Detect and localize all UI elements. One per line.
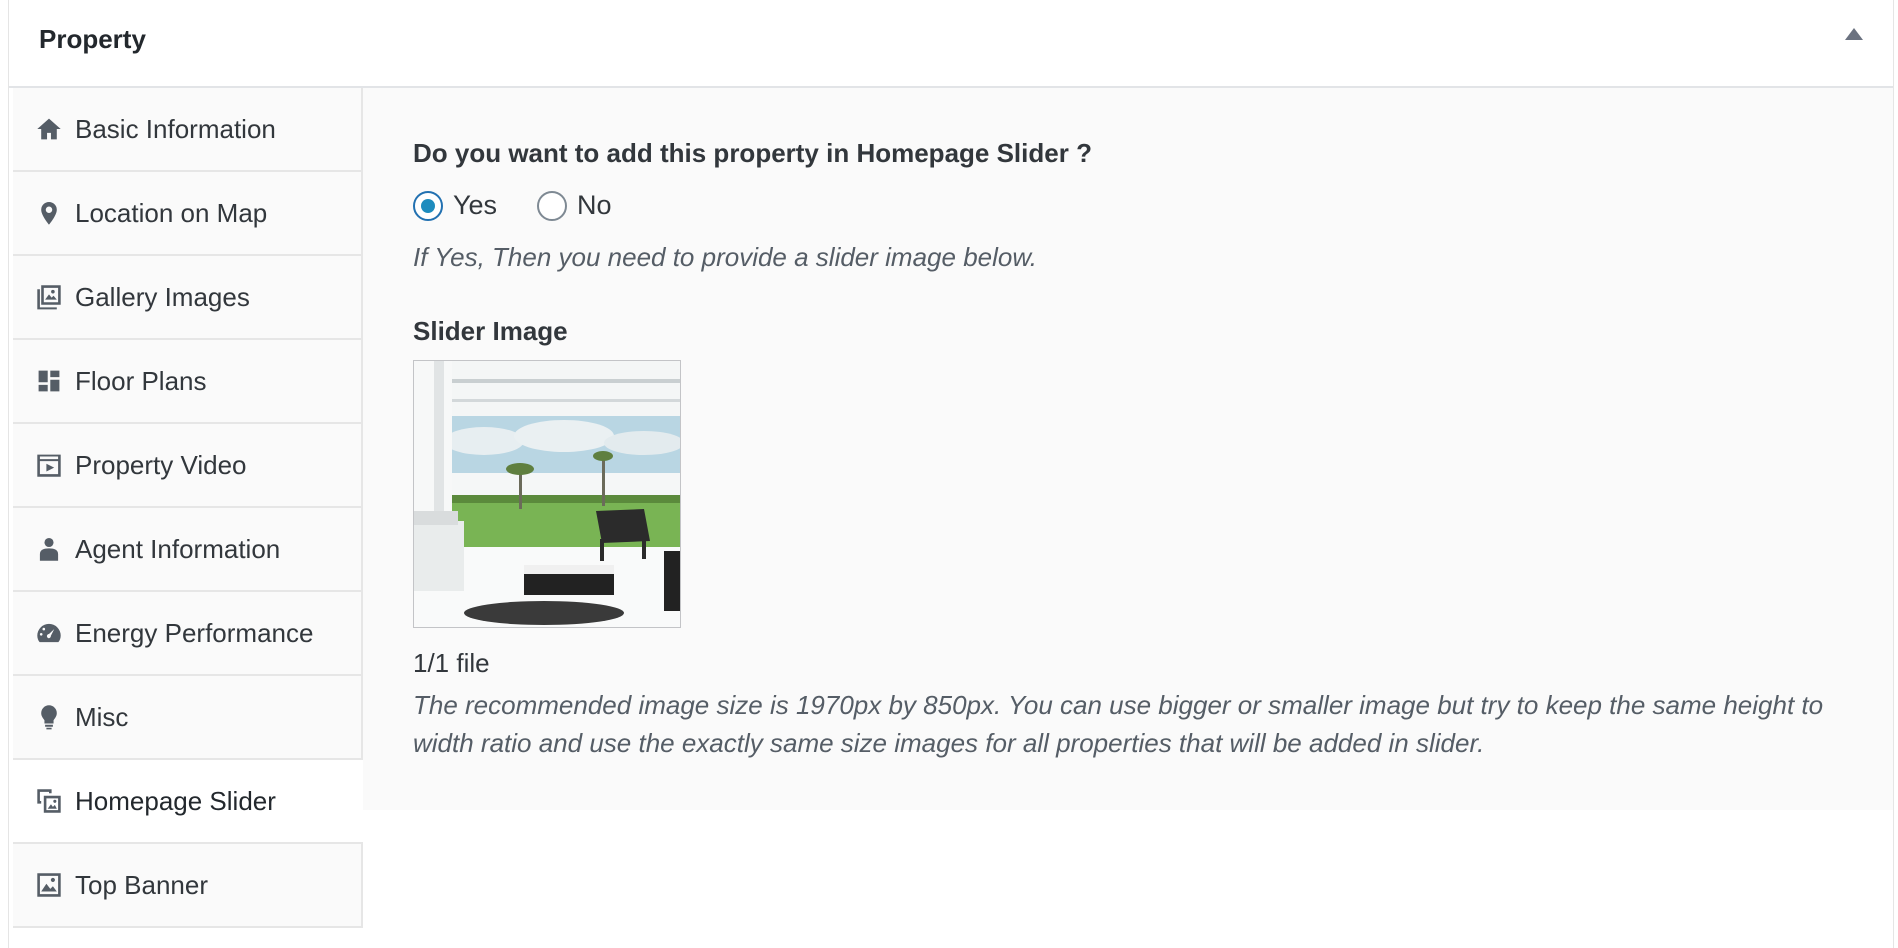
tab-label: Property Video [75,449,247,480]
slider-hint: If Yes, Then you need to provide a slide… [413,242,1037,272]
tab-basic-information[interactable]: Basic Information [13,88,361,172]
tab-label: Location on Map [75,197,268,228]
property-metabox: Property Basic Information Location on M… [8,0,1894,948]
tab-label: Homepage Slider [75,785,276,816]
tab-homepage-slider[interactable]: Homepage Slider [13,760,363,844]
tab-floor-plans[interactable]: Floor Plans [13,340,361,424]
metabox-title: Property [39,24,146,54]
tab-list: Basic Information Location on Map Galler… [13,88,363,928]
tab-energy-performance[interactable]: Energy Performance [13,592,361,676]
tab-label: Top Banner [75,869,208,900]
metabox-header[interactable]: Property [9,0,1893,88]
location-pin-icon [35,199,63,227]
radio-no[interactable] [537,190,568,221]
image-size-description: The recommended image size is 1970px by … [413,690,1824,758]
gallery-icon [35,283,63,311]
collapse-toggle-icon[interactable] [1845,28,1863,40]
radio-yes[interactable] [413,190,443,221]
tab-label: Basic Information [75,113,276,144]
home-icon [35,115,63,143]
person-icon [35,535,63,563]
living-room-photo [414,361,680,627]
slider-image-label: Slider Image [413,316,568,346]
file-count: 1/1 file [413,648,490,678]
images-icon [35,787,63,815]
tab-gallery-images[interactable]: Gallery Images [13,256,361,340]
slider-image-thumbnail[interactable] [413,360,681,628]
tab-agent-information[interactable]: Agent Information [13,508,361,592]
radio-yes-label[interactable]: Yes [453,190,497,221]
tab-label: Gallery Images [75,281,250,312]
tab-top-banner[interactable]: Top Banner [13,844,361,928]
tab-location-on-map[interactable]: Location on Map [13,172,361,256]
floor-plans-icon [35,367,63,395]
tab-label: Floor Plans [75,365,207,396]
lightbulb-icon [35,703,63,731]
homepage-slider-panel: Do you want to add this property in Home… [363,88,1893,810]
slider-question: Do you want to add this property in Home… [413,138,1092,168]
tab-misc[interactable]: Misc [13,676,361,760]
tab-label: Agent Information [75,533,281,564]
slider-radio-group: Yes No [413,190,652,221]
tab-label: Energy Performance [75,617,314,648]
radio-no-label[interactable]: No [577,190,612,221]
tab-property-video[interactable]: Property Video [13,424,361,508]
dashboard-icon [35,619,63,647]
video-icon [35,451,63,479]
tab-label: Misc [75,701,129,732]
image-icon [35,871,63,899]
